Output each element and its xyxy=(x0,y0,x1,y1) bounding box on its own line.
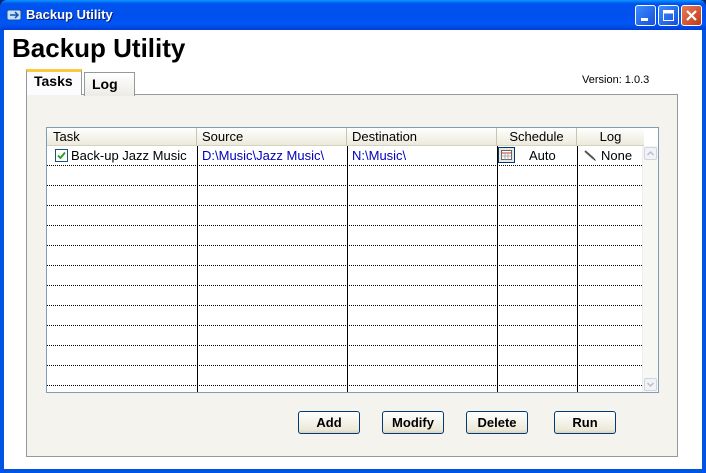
version-label: Version: 1.0.3 xyxy=(582,74,650,86)
source-cell[interactable]: D:\Music\Jazz Music\ xyxy=(202,146,346,165)
schedule-cell[interactable]: Auto xyxy=(529,146,575,165)
table-row[interactable] xyxy=(47,366,644,386)
column-header-destination[interactable]: Destination xyxy=(347,128,497,145)
calendar-icon xyxy=(501,150,512,160)
table-row[interactable] xyxy=(47,166,644,186)
grid-header: Task Source Destination Schedule Log xyxy=(47,128,644,146)
column-divider xyxy=(577,146,578,392)
page-title: Backup Utility xyxy=(12,33,186,63)
close-icon xyxy=(686,10,697,21)
scroll-down-button[interactable] xyxy=(644,378,657,391)
maximize-icon xyxy=(663,10,674,21)
table-row[interactable] xyxy=(47,226,644,246)
tab-log-label: Log xyxy=(92,76,118,92)
delete-button[interactable]: Delete xyxy=(466,411,528,434)
column-divider xyxy=(347,146,348,392)
modify-button[interactable]: Modify xyxy=(382,411,444,434)
app-window: Backup Utility Backup Utility Tasks Log … xyxy=(0,0,706,473)
tasks-grid[interactable]: Task Source Destination Schedule Log Bac… xyxy=(46,127,659,393)
destination-cell[interactable]: N:\Music\ xyxy=(352,146,496,165)
window-title: Backup Utility xyxy=(26,7,113,22)
backup-app-icon xyxy=(6,9,22,21)
minimize-button[interactable] xyxy=(635,5,656,26)
column-header-source[interactable]: Source xyxy=(197,128,347,145)
table-row[interactable] xyxy=(47,326,644,346)
close-button[interactable] xyxy=(681,5,702,26)
table-row[interactable] xyxy=(47,286,644,306)
task-name-cell[interactable]: Back-up Jazz Music xyxy=(71,146,196,165)
table-row[interactable]: Back-up Jazz Music D:\Music\Jazz Music\ … xyxy=(47,146,644,166)
run-button[interactable]: Run xyxy=(554,411,616,434)
minimize-icon xyxy=(641,18,648,21)
tab-tasks-label: Tasks xyxy=(34,73,73,89)
chevron-up-icon xyxy=(646,150,655,156)
table-row[interactable] xyxy=(47,266,644,286)
log-cell[interactable]: None xyxy=(601,146,641,165)
column-header-schedule[interactable]: Schedule xyxy=(497,128,577,145)
scroll-up-button[interactable] xyxy=(644,147,657,160)
tab-tasks[interactable]: Tasks xyxy=(26,69,82,95)
table-row[interactable] xyxy=(47,246,644,266)
column-divider xyxy=(497,146,498,392)
add-button[interactable]: Add xyxy=(298,411,360,434)
table-row[interactable] xyxy=(47,186,644,206)
table-row[interactable] xyxy=(47,346,644,366)
task-enabled-checkbox[interactable] xyxy=(55,149,68,162)
column-header-task[interactable]: Task xyxy=(47,128,197,145)
vertical-scrollbar[interactable] xyxy=(642,146,658,392)
table-row[interactable] xyxy=(47,206,644,226)
client-area: Backup Utility Tasks Log Version: 1.0.3 … xyxy=(4,30,702,469)
maximize-button[interactable] xyxy=(658,5,679,26)
table-row[interactable] xyxy=(47,306,644,326)
schedule-button[interactable] xyxy=(498,147,515,163)
check-icon xyxy=(57,151,66,160)
column-header-log[interactable]: Log xyxy=(577,128,644,145)
pen-icon[interactable] xyxy=(583,149,597,161)
tab-log[interactable]: Log xyxy=(84,72,135,96)
column-divider xyxy=(197,146,198,392)
title-bar[interactable]: Backup Utility xyxy=(0,0,706,30)
chevron-down-icon xyxy=(646,382,655,388)
